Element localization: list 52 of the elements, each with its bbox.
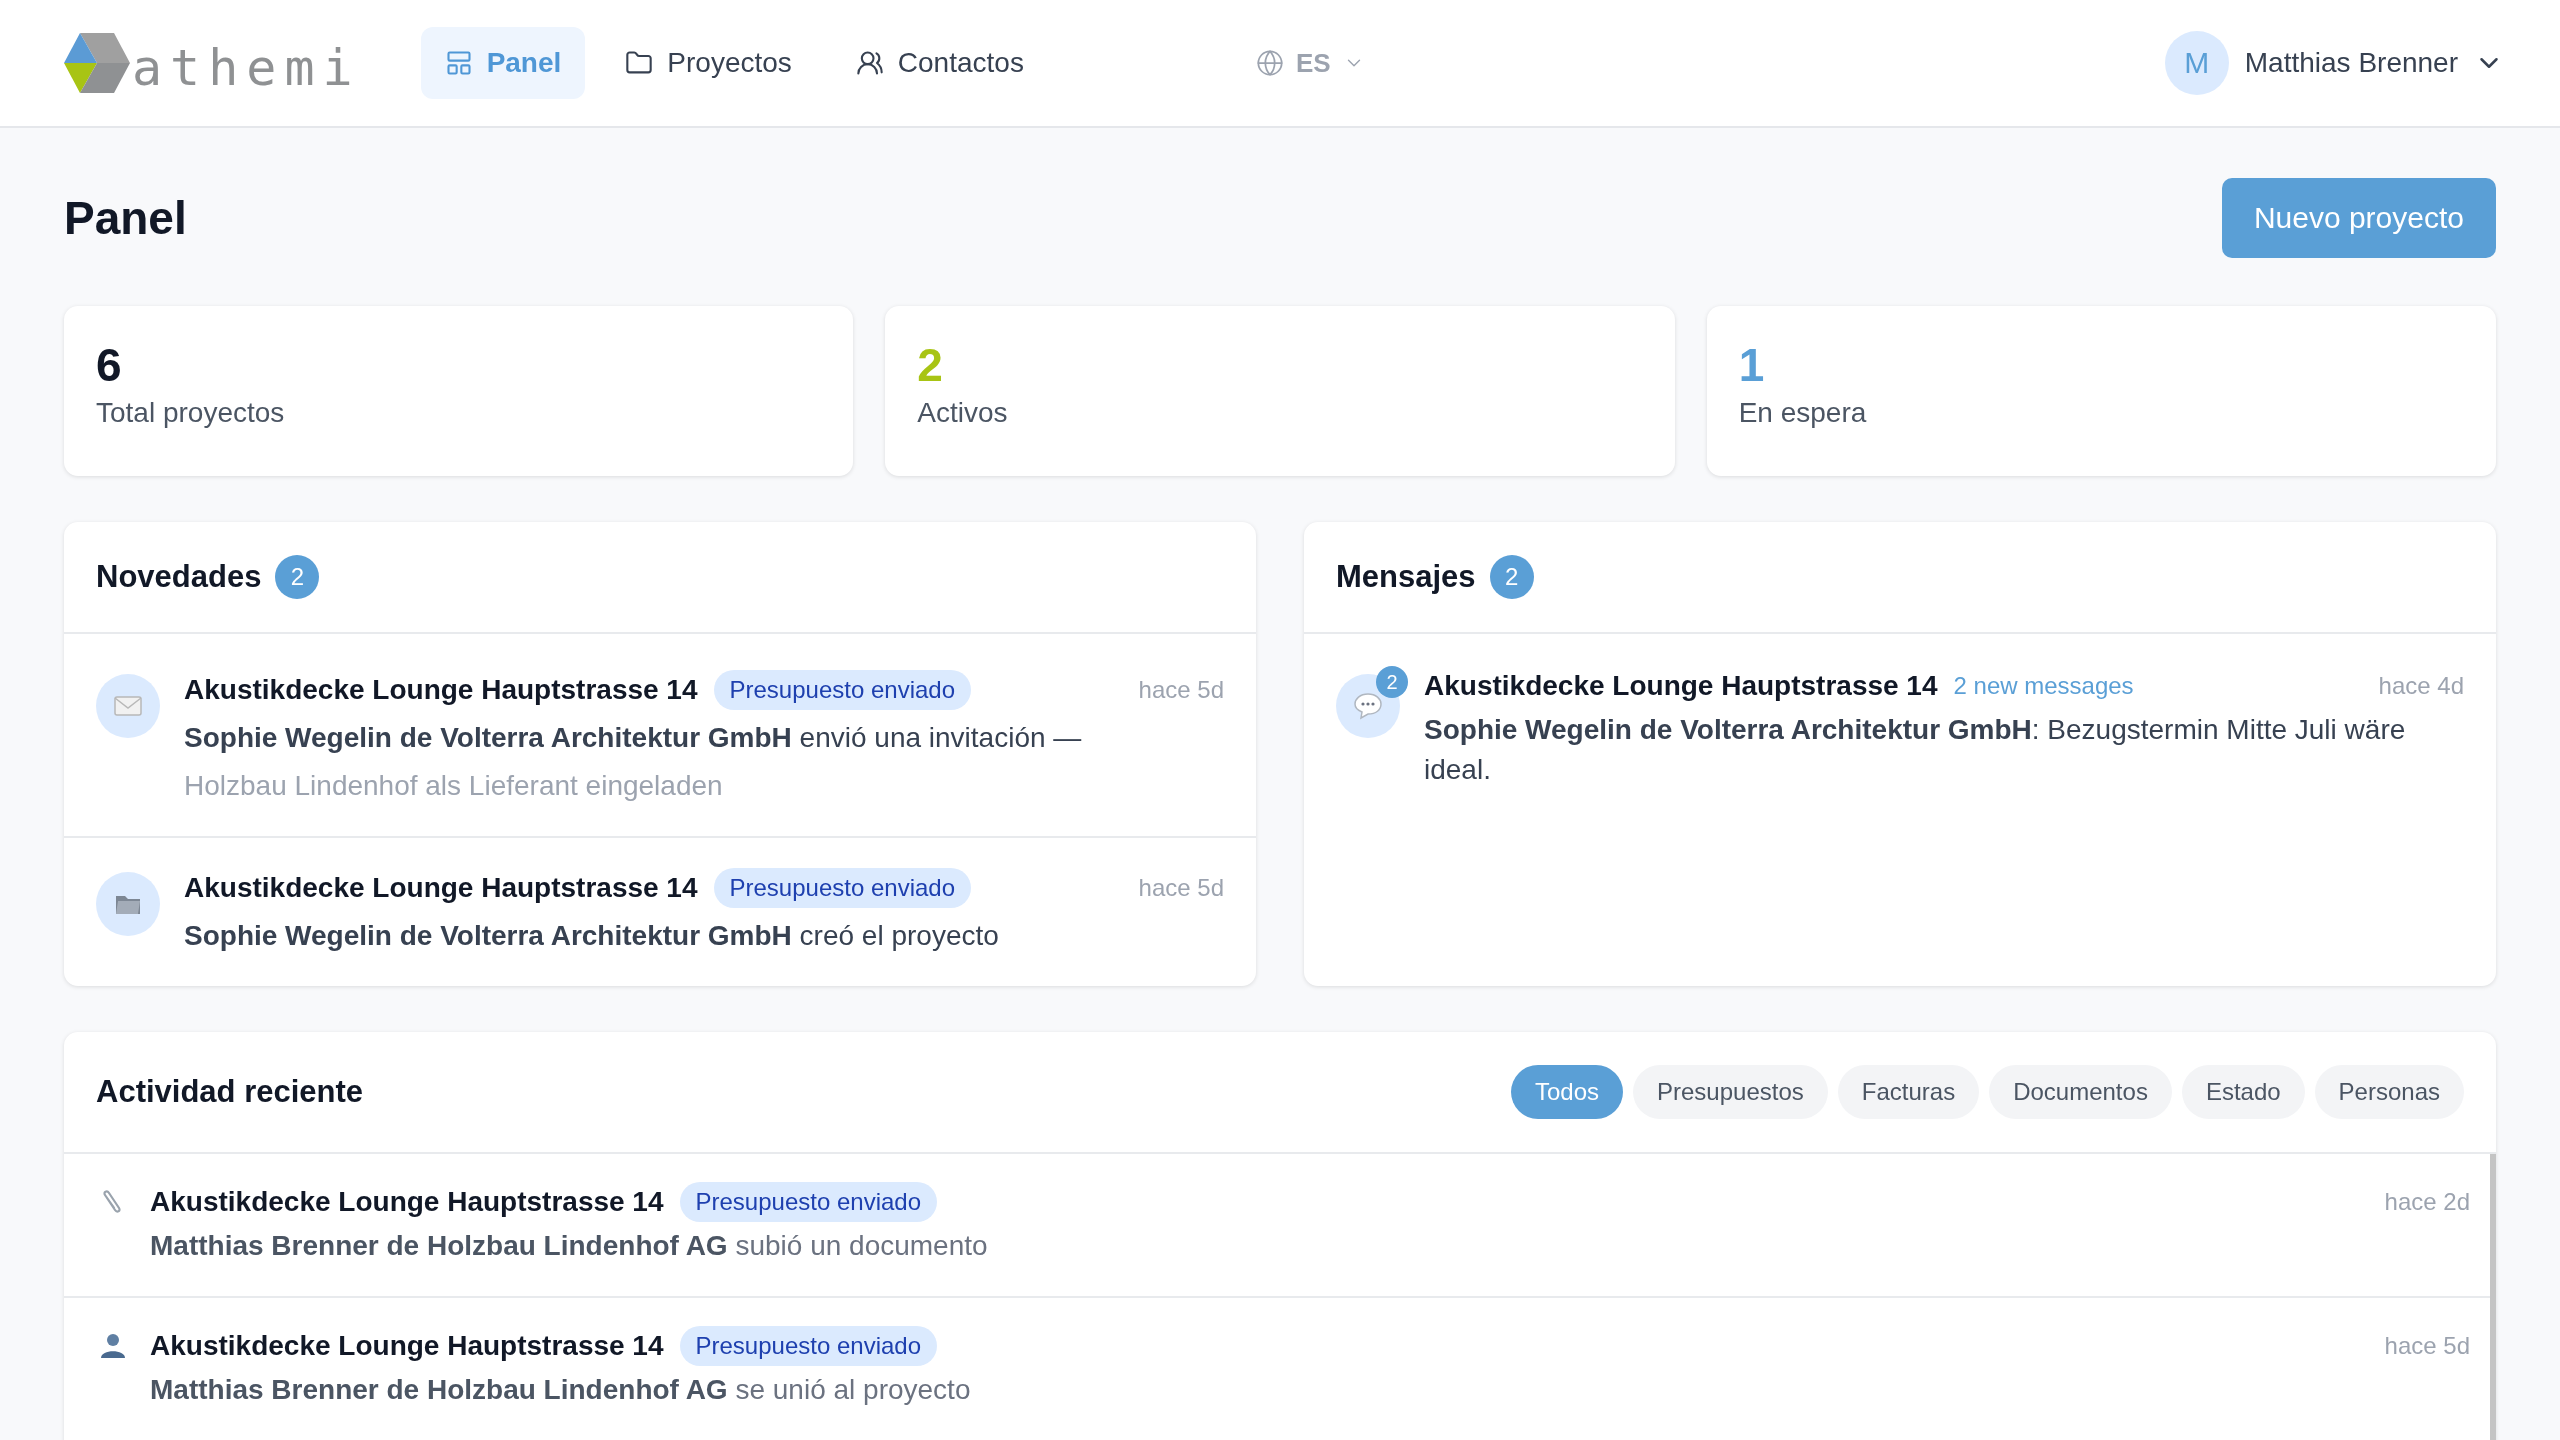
card-title: Actividad reciente xyxy=(96,1074,364,1110)
project-title[interactable]: Akustikdecke Lounge Hauptstrasse 14 xyxy=(150,1330,664,1362)
project-title[interactable]: Akustikdecke Lounge Hauptstrasse 14 xyxy=(184,674,698,706)
envelope-icon xyxy=(114,696,142,716)
stat-label: Activos xyxy=(917,396,1009,429)
count-badge: 2 xyxy=(275,555,320,599)
people-icon xyxy=(855,49,884,77)
status-tag: Presupuesto enviado xyxy=(679,1326,937,1366)
timestamp: hace 5d xyxy=(1138,874,1224,902)
stat-label: Total proyectos xyxy=(96,396,286,429)
news-text: Sophie Wegelin de Volterra Architektur GmbH envió una invitación — xyxy=(184,721,1083,755)
filter-chip[interactable]: Estado xyxy=(2181,1065,2305,1119)
project-title[interactable]: Akustikdecke Lounge Hauptstrasse 14 xyxy=(184,872,698,904)
stat-value: 1 xyxy=(1738,340,1766,391)
card-title: Novedades xyxy=(96,559,262,595)
unread-badge: 2 xyxy=(1376,666,1408,698)
logo-icon xyxy=(64,33,130,93)
stat-value: 2 xyxy=(917,340,944,391)
project-title[interactable]: Akustikdecke Lounge Hauptstrasse 14 xyxy=(1424,670,1938,702)
news-text: Sophie Wegelin de Volterra Architektur GmbH creó el proyecto xyxy=(184,919,1000,953)
filter-chip[interactable]: Facturas xyxy=(1837,1065,1980,1119)
activity-text: Matthias Brenner de Holzbau Lindenhof AG se unió al proyecto xyxy=(150,1373,972,1407)
project-title[interactable]: Akustikdecke Lounge Hauptstrasse 14 xyxy=(150,1186,664,1218)
activity-text: Matthias Brenner de Holzbau Lindenhof AG subió un documento xyxy=(150,1229,989,1263)
user-menu[interactable]: M Matthias Brenner xyxy=(2164,31,2504,95)
filter-chip[interactable]: Personas xyxy=(2314,1065,2464,1119)
status-tag: Presupuesto enviado xyxy=(679,1182,937,1222)
status-tag: Presupuesto enviado xyxy=(713,670,971,710)
count-badge: 2 xyxy=(1489,555,1534,599)
stat-label: En espera xyxy=(1738,396,1868,429)
logo-text: athemi xyxy=(132,43,361,93)
timestamp: hace 5d xyxy=(2384,1332,2470,1360)
layout-icon xyxy=(444,49,473,77)
news-detail: Holzbau Lindenhof als Lieferant eingeladen xyxy=(184,769,724,803)
nav-tab[interactable]: Proyectos xyxy=(601,27,816,99)
card-title: Mensajes xyxy=(1336,559,1476,595)
timestamp: hace 4d xyxy=(2378,672,2464,700)
status-tag: Presupuesto enviado xyxy=(713,868,971,908)
filter-chip[interactable]: Presupuestos xyxy=(1633,1065,1828,1119)
person-icon xyxy=(100,1332,126,1358)
stat-value: 6 xyxy=(96,340,123,391)
message-text: Sophie Wegelin de Volterra Architektur GmbH: Bezugstermin Mitte Juli wäre ideal. xyxy=(1424,713,2407,787)
scrollbar[interactable] xyxy=(2490,1154,2496,1440)
nav-tab[interactable]: Contactos xyxy=(831,27,1048,99)
timestamp: hace 5d xyxy=(1138,676,1224,704)
speech-bubble-icon xyxy=(1353,692,1383,720)
globe-icon xyxy=(1255,49,1284,77)
filter-chip[interactable]: Documentos xyxy=(1989,1065,2172,1119)
timestamp: hace 2d xyxy=(2384,1188,2470,1216)
page-title: Panel xyxy=(64,191,187,245)
avatar: M xyxy=(2164,31,2229,95)
new-messages-note: 2 new messages xyxy=(1953,672,2134,700)
